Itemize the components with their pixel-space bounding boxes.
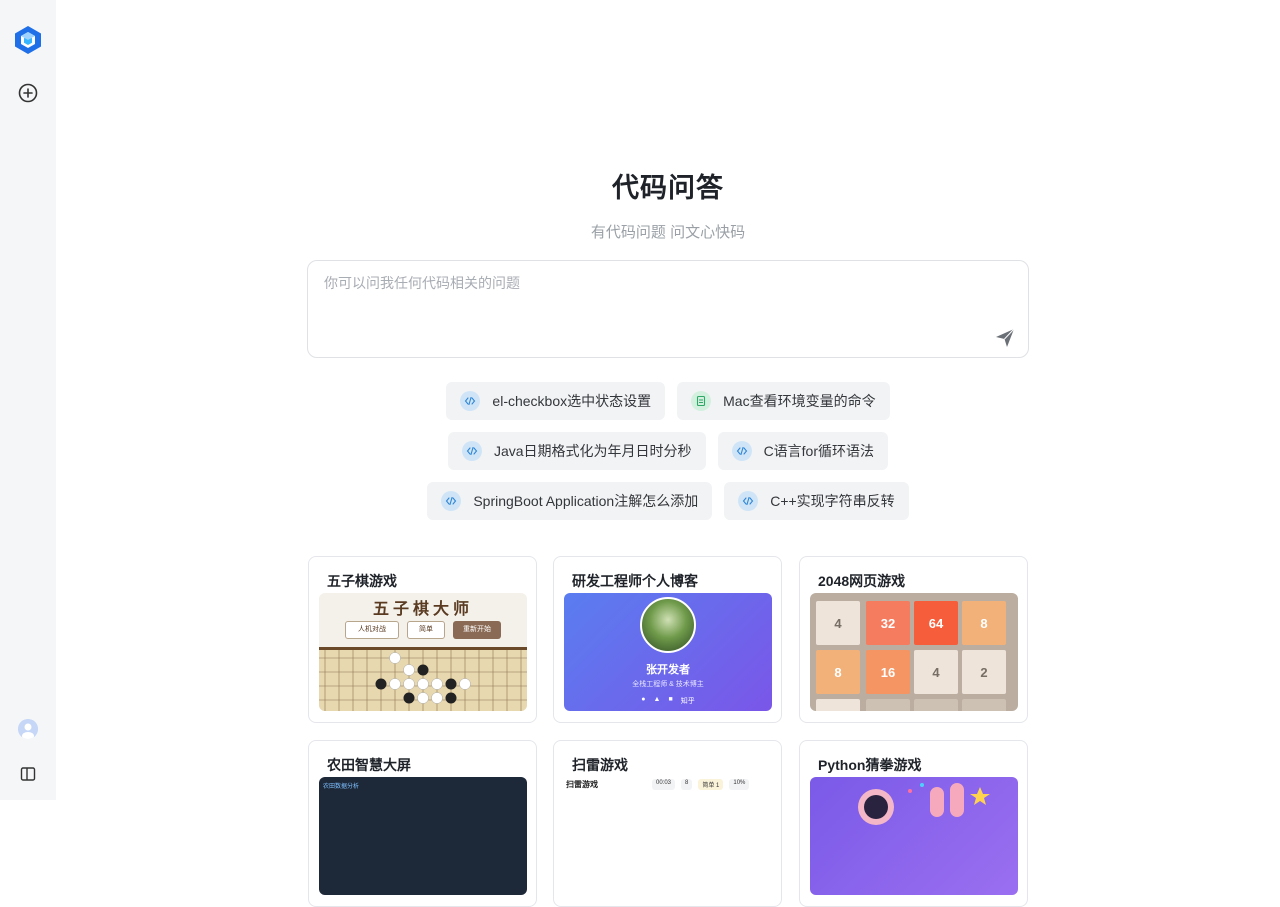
zhihu-link: 知乎 xyxy=(680,698,695,705)
sidebar xyxy=(0,0,56,800)
suggestion-label: Java日期格式化为年月日时分秒 xyxy=(493,443,692,459)
preview-role: 全栈工程师 & 技术博主 xyxy=(632,681,704,688)
prompt-box xyxy=(307,260,1029,358)
card-preview: 五子棋大师 人机对战 简单 重新开始 xyxy=(319,593,527,711)
tile: 32 xyxy=(866,601,910,645)
suggestion-label: C++实现字符串反转 xyxy=(770,493,895,509)
preview-restart-button: 重新开始 xyxy=(453,621,501,639)
preview-heading: 农田数据分析 xyxy=(323,784,360,790)
tile: 64 xyxy=(914,601,958,645)
suggestion-label: C语言for循环语法 xyxy=(763,443,875,459)
card-title: 研发工程师个人博客 xyxy=(572,573,698,589)
card-title: Python猜拳游戏 xyxy=(818,757,922,773)
tile: 16 xyxy=(866,650,910,694)
template-card-farm[interactable]: 农田智慧大屏 农田数据分析 xyxy=(308,740,537,907)
tile-empty xyxy=(816,699,860,711)
code-icon xyxy=(461,441,482,461)
code-icon xyxy=(738,491,759,511)
suggestion-chip[interactable]: el-checkbox选中状态设置 xyxy=(446,382,666,420)
card-title: 2048网页游戏 xyxy=(818,573,906,589)
plus-circle-icon[interactable] xyxy=(17,82,39,104)
linkedin-icon: ■ xyxy=(668,696,673,703)
suggestion-chip[interactable]: C++实现字符串反转 xyxy=(724,482,909,520)
card-title: 扫雷游戏 xyxy=(572,757,628,773)
preview-heading: 扫雷游戏 xyxy=(566,780,598,789)
suggestion-list: el-checkbox选中状态设置 Mac查看环境变量的命令 Java日期格式化… xyxy=(56,382,1280,532)
preview-heading: 五子棋大师 xyxy=(372,599,473,618)
suggestion-chip[interactable]: Java日期格式化为年月日时分秒 xyxy=(447,432,706,470)
preview-timer: 00:03 xyxy=(652,779,676,790)
template-card-blog[interactable]: 研发工程师个人博客 张开发者 全栈工程师 & 技术博主 ● ▲ ■ 知乎 xyxy=(553,556,782,723)
suggestion-label: SpringBoot Application注解怎么添加 xyxy=(473,493,699,509)
suggestion-label: el-checkbox选中状态设置 xyxy=(492,393,652,409)
preview-percent: 10% xyxy=(729,779,750,790)
main-area: 代码问答 有代码问题 问文心快码 el-checkbox选中状态设置 Mac查看… xyxy=(56,0,1280,907)
preview-illustration xyxy=(858,783,990,825)
card-title: 农田智慧大屏 xyxy=(327,757,411,773)
template-card-2048[interactable]: 2048网页游戏 4 32 64 8 8 16 4 2 xyxy=(799,556,1028,723)
card-preview: 农田数据分析 xyxy=(319,777,527,895)
suggestion-row: Java日期格式化为年月日时分秒 C语言for循环语法 xyxy=(56,432,1280,470)
user-avatar-icon[interactable] xyxy=(18,719,38,739)
page-subtitle: 有代码问题 问文心快码 xyxy=(590,224,746,241)
preview-select-level: 简单 xyxy=(407,621,445,639)
preview-level: 简单 1 xyxy=(698,779,724,790)
tile: 2 xyxy=(962,650,1006,694)
code-icon xyxy=(731,441,752,461)
twitter-icon: ▲ xyxy=(653,696,661,703)
preview-avatar xyxy=(640,597,696,653)
preview-name: 张开发者 xyxy=(646,664,690,676)
preview-mines: 8 xyxy=(681,779,693,790)
template-card-gomoku[interactable]: 五子棋游戏 五子棋大师 人机对战 简单 重新开始 xyxy=(308,556,537,723)
suggestion-row: SpringBoot Application注解怎么添加 C++实现字符串反转 xyxy=(56,482,1280,520)
template-card-minesweeper[interactable]: 扫雷游戏 扫雷游戏 00:03 8 简单 1 10% xyxy=(553,740,782,907)
cube-logo-icon[interactable] xyxy=(12,24,44,56)
tile: 8 xyxy=(962,601,1006,645)
tile: 4 xyxy=(816,601,860,645)
preview-select-mode: 人机对战 xyxy=(345,621,399,639)
code-icon xyxy=(441,491,462,511)
card-preview: 张开发者 全栈工程师 & 技术博主 ● ▲ ■ 知乎 xyxy=(564,593,772,711)
template-card-python-rps[interactable]: Python猜拳游戏 xyxy=(799,740,1028,907)
suggestion-chip[interactable]: Mac查看环境变量的命令 xyxy=(677,382,890,420)
preview-board xyxy=(319,647,527,711)
tile-empty xyxy=(866,699,910,711)
suggestion-row: el-checkbox选中状态设置 Mac查看环境变量的命令 xyxy=(56,382,1280,420)
card-preview: 4 32 64 8 8 16 4 2 xyxy=(810,593,1018,711)
suggestion-chip[interactable]: C语言for循环语法 xyxy=(717,432,889,470)
card-title: 五子棋游戏 xyxy=(327,573,397,589)
suggestion-label: Mac查看环境变量的命令 xyxy=(723,393,876,409)
tile: 8 xyxy=(816,650,860,694)
github-icon: ● xyxy=(641,696,646,703)
send-icon[interactable] xyxy=(994,327,1016,349)
page-title: 代码问答 xyxy=(612,173,724,203)
preview-links: ● ▲ ■ 知乎 xyxy=(564,696,772,706)
tile-empty xyxy=(962,699,1006,711)
card-preview: 扫雷游戏 00:03 8 简单 1 10% xyxy=(564,777,772,895)
suggestion-chip[interactable]: SpringBoot Application注解怎么添加 xyxy=(427,482,713,520)
prompt-input[interactable] xyxy=(324,273,964,333)
tile-empty xyxy=(914,699,958,711)
doc-icon xyxy=(691,391,712,411)
card-preview xyxy=(810,777,1018,895)
preview-stats: 00:03 8 简单 1 10% xyxy=(652,779,750,790)
panel-toggle-icon[interactable] xyxy=(20,766,36,782)
code-icon xyxy=(460,391,481,411)
tile: 4 xyxy=(914,650,958,694)
